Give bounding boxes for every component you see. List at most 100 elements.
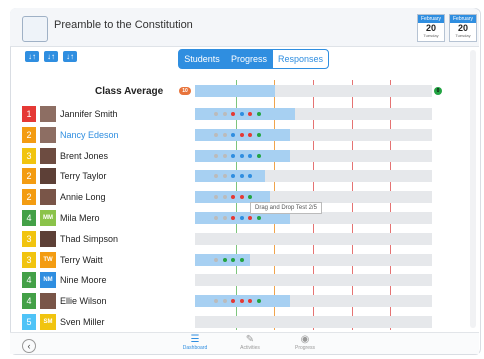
student-name[interactable]: Terry Waitt — [60, 252, 103, 268]
start-date[interactable]: February 20 Tuesday — [417, 14, 445, 42]
response-dot[interactable] — [222, 154, 227, 158]
avatar — [40, 231, 56, 247]
response-dot[interactable] — [231, 216, 235, 220]
response-dot[interactable] — [231, 133, 235, 137]
response-dot[interactable] — [222, 258, 227, 262]
tab-progress[interactable]: Progress — [225, 49, 273, 69]
rank-badge: 4 — [22, 293, 36, 309]
response-dot[interactable] — [239, 174, 244, 178]
start-date-month: February — [418, 15, 444, 23]
response-dot[interactable] — [248, 216, 252, 220]
avatar — [40, 106, 56, 122]
response-dot[interactable] — [214, 195, 218, 199]
response-dot[interactable] — [256, 216, 261, 220]
response-dot[interactable] — [214, 299, 218, 303]
student-name[interactable]: Ellie Wilson — [60, 293, 107, 309]
response-dot[interactable] — [222, 133, 227, 137]
tab-responses[interactable]: Responses — [272, 49, 329, 69]
response-dot[interactable] — [239, 258, 244, 262]
response-dot[interactable] — [222, 195, 227, 199]
response-dot[interactable] — [239, 195, 244, 199]
response-dot[interactable] — [231, 195, 235, 199]
student-name[interactable]: Nine Moore — [60, 272, 107, 288]
start-date-day: 20 — [425, 23, 436, 33]
sort-button-1[interactable]: ↓↑ — [25, 51, 39, 62]
dashboard-icon: ☰ — [190, 334, 200, 345]
response-dot[interactable] — [248, 174, 252, 178]
student-name[interactable]: Mila Mero — [60, 210, 100, 226]
response-dot[interactable] — [239, 112, 244, 116]
response-dot[interactable] — [256, 154, 261, 158]
tab-students[interactable]: Students — [178, 49, 226, 69]
response-dot[interactable] — [248, 299, 252, 303]
response-dot[interactable] — [231, 112, 235, 116]
avatar: NM — [40, 272, 56, 288]
class-average-fill — [195, 85, 275, 97]
student-name[interactable]: Thad Simpson — [60, 231, 118, 247]
response-dot[interactable] — [231, 258, 235, 262]
student-name[interactable]: Nancy Edeson — [60, 127, 119, 143]
avatar: TW — [40, 252, 56, 268]
rank-badge: 5 — [22, 314, 36, 330]
response-dot[interactable] — [256, 299, 261, 303]
response-dot[interactable] — [231, 174, 235, 178]
start-date-weekday: Tuesday — [423, 33, 439, 38]
end-date-weekday: Tuesday — [455, 33, 471, 38]
rank-badge: 3 — [22, 148, 36, 164]
class-average-left-badge: 10 — [179, 87, 191, 95]
response-dot[interactable] — [222, 174, 227, 178]
class-average-label: Class Average — [95, 86, 164, 97]
end-date-month: February — [450, 15, 476, 23]
response-dot[interactable] — [248, 154, 252, 158]
rank-badge: 2 — [22, 189, 36, 205]
student-name[interactable]: Sven Miller — [60, 314, 105, 330]
footer-dashboard[interactable]: ☰ Dashboard — [175, 334, 215, 352]
response-dot[interactable] — [222, 299, 227, 303]
response-dot[interactable] — [214, 133, 218, 137]
footer-progress[interactable]: ◉ Progress — [285, 335, 325, 352]
avatar — [40, 189, 56, 205]
response-dot[interactable] — [256, 133, 261, 137]
response-dot[interactable] — [239, 216, 244, 220]
rank-badge: 1 — [22, 106, 36, 122]
question-tooltip: Drag and Drop Test 2/5 — [250, 202, 322, 214]
student-name[interactable]: Brent Jones — [60, 148, 108, 164]
student-name[interactable]: Terry Taylor — [60, 168, 106, 184]
activities-icon: ✎ — [245, 334, 255, 345]
avatar — [40, 168, 56, 184]
response-dot[interactable] — [214, 216, 218, 220]
progress-fill — [195, 108, 295, 120]
response-dot[interactable] — [222, 112, 227, 116]
sort-button-2[interactable]: ↓↑ — [44, 51, 58, 62]
response-dot[interactable] — [231, 154, 235, 158]
back-button[interactable]: ‹ — [22, 339, 36, 353]
lesson-title: Preamble to the Constitution — [54, 19, 193, 31]
response-dot[interactable] — [256, 112, 261, 116]
scrollbar[interactable] — [470, 50, 476, 328]
footer-dashboard-label: Dashboard — [182, 345, 208, 351]
response-dot[interactable] — [214, 258, 218, 262]
response-dot[interactable] — [214, 112, 218, 116]
rank-badge: 2 — [22, 168, 36, 184]
response-dot[interactable] — [231, 299, 235, 303]
response-dot[interactable] — [222, 216, 227, 220]
sort-button-3[interactable]: ↓↑ — [63, 51, 77, 62]
class-average-right-badge: 0 — [434, 87, 442, 95]
rank-badge: 3 — [22, 231, 36, 247]
response-dot[interactable] — [214, 174, 218, 178]
footer-activities[interactable]: ✎ Activities — [230, 334, 270, 352]
avatar — [40, 127, 56, 143]
response-dot[interactable] — [239, 133, 244, 137]
end-date[interactable]: February 20 Tuesday — [449, 14, 477, 42]
response-dot[interactable] — [248, 195, 252, 199]
response-dot[interactable] — [248, 112, 252, 116]
response-dot[interactable] — [248, 133, 252, 137]
footer-activities-label: Activities — [240, 345, 260, 351]
student-name[interactable]: Jannifer Smith — [60, 106, 118, 122]
avatar: MM — [40, 210, 56, 226]
response-dot[interactable] — [214, 154, 218, 158]
response-dot[interactable] — [239, 154, 244, 158]
avatar — [40, 148, 56, 164]
student-name[interactable]: Annie Long — [60, 189, 106, 205]
response-dot[interactable] — [239, 299, 244, 303]
